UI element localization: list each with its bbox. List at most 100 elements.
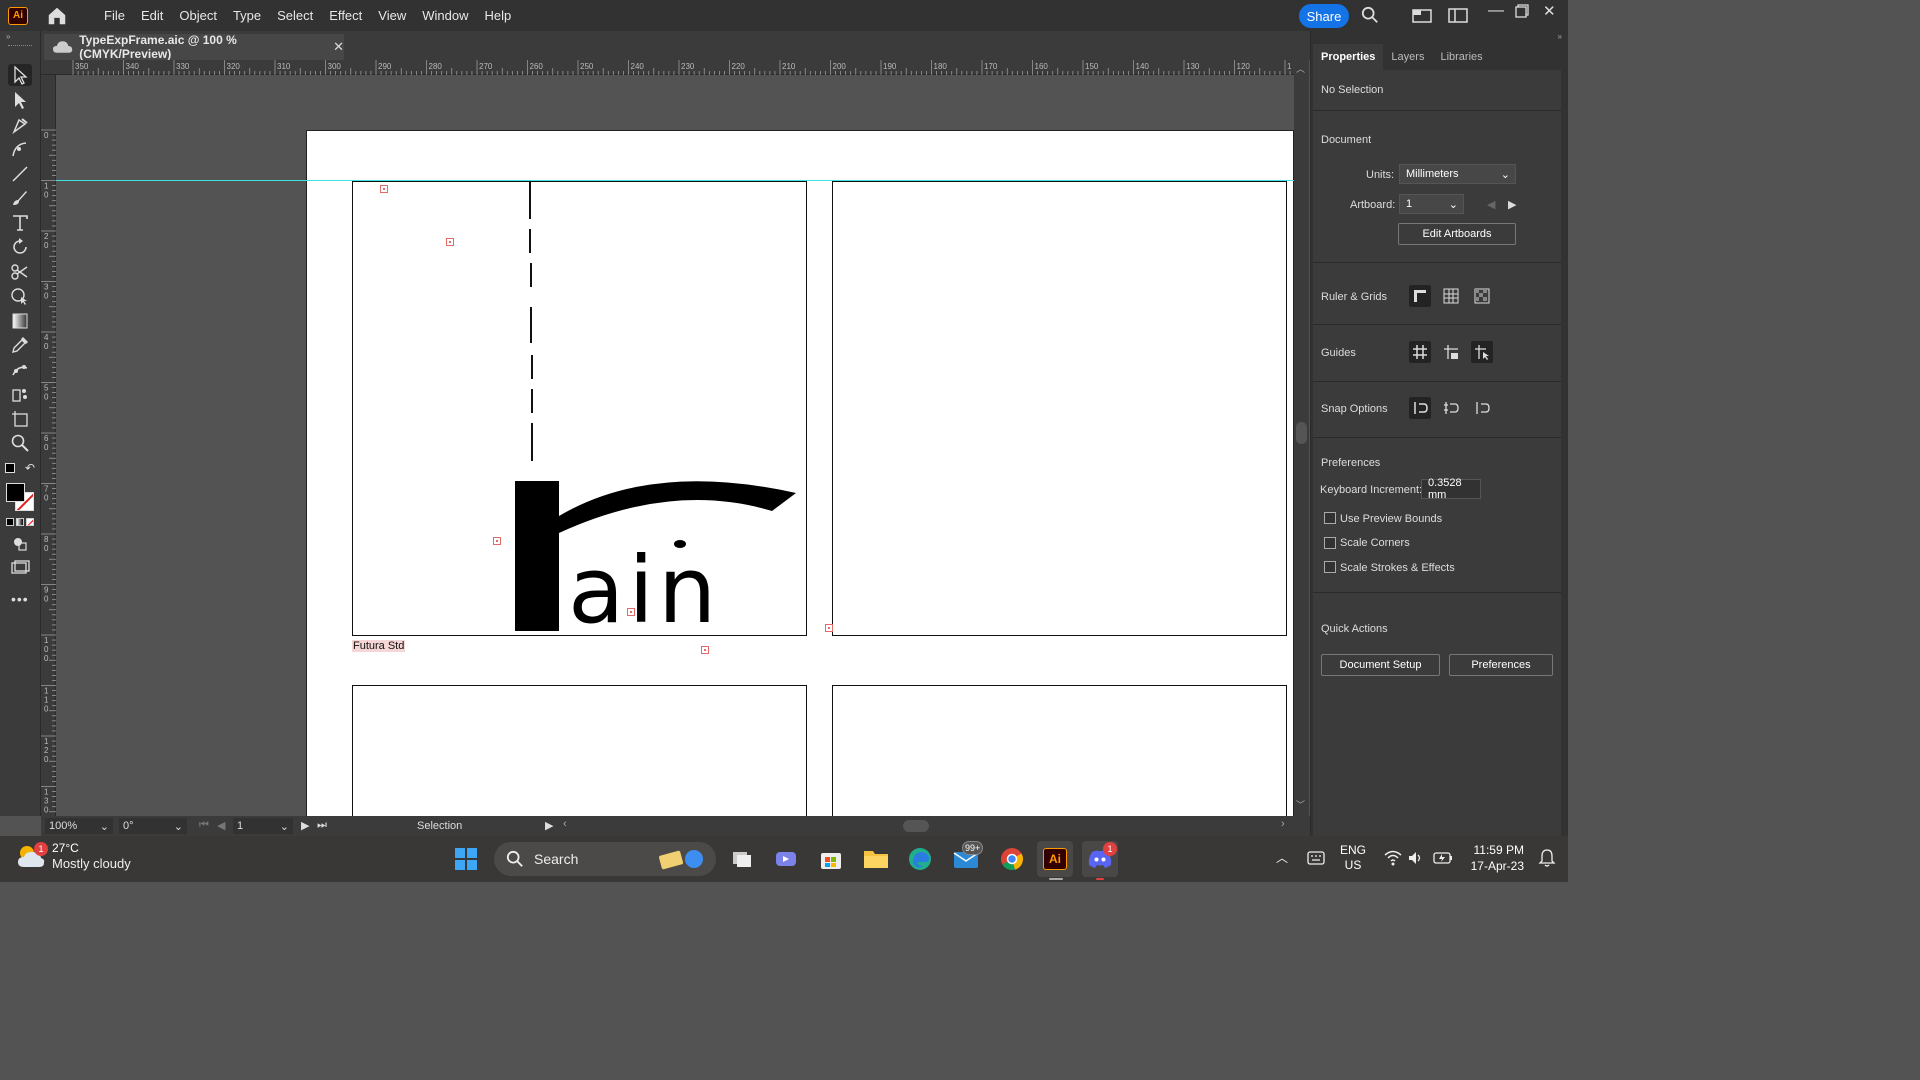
snap-to-point-icon[interactable] — [1409, 397, 1431, 419]
type-tool-icon[interactable] — [8, 212, 32, 234]
zoom-select[interactable]: 100% ⌄ — [45, 818, 113, 834]
artboard-tool-icon[interactable] — [8, 408, 32, 430]
smart-guides-icon[interactable] — [1471, 341, 1493, 363]
none-mode-icon[interactable] — [26, 518, 34, 526]
vertical-ruler[interactable]: 0102030405060708090100110120130 — [41, 75, 56, 816]
minimize-icon[interactable]: — — [1488, 2, 1504, 20]
scale-strokes-effects-checkbox[interactable] — [1324, 561, 1336, 573]
line-segment-tool-icon[interactable] — [8, 163, 32, 185]
rotation-select[interactable]: 0° ⌄ — [119, 818, 187, 834]
arrange-documents-icon[interactable] — [1412, 6, 1432, 24]
transparency-grid-icon[interactable] — [1471, 285, 1493, 307]
document-tab[interactable]: TypeExpFrame.aic @ 100 % (CMYK/Preview) … — [44, 33, 344, 61]
eyedropper-tool-icon[interactable] — [8, 334, 32, 356]
next-artboard-icon[interactable]: ▶ — [301, 819, 309, 832]
artboard-select[interactable]: 1 ⌄ — [1399, 194, 1464, 214]
teams-chat-button[interactable] — [768, 841, 804, 877]
symbol-sprayer-tool-icon[interactable] — [8, 383, 32, 405]
collapse-toolbar-icon[interactable]: » — [6, 32, 10, 41]
menu-file[interactable]: File — [96, 0, 133, 31]
scroll-up-icon[interactable]: ︿ — [1296, 62, 1305, 75]
anchor-point[interactable] — [825, 624, 833, 632]
file-explorer-button[interactable] — [858, 841, 894, 877]
paintbrush-tool-icon[interactable] — [8, 187, 32, 209]
wifi-icon[interactable] — [1384, 850, 1402, 866]
illustrator-taskbar-button[interactable]: Ai — [1037, 841, 1073, 877]
close-window-icon[interactable]: ✕ — [1543, 2, 1556, 20]
rotate-tool-icon[interactable] — [8, 236, 32, 258]
home-icon[interactable] — [46, 5, 68, 27]
first-artboard-icon[interactable]: ⏮ — [199, 819, 209, 832]
menu-window[interactable]: Window — [414, 0, 476, 31]
canvas[interactable]: ain Futura Std — [56, 75, 1294, 816]
snap-to-grid-icon[interactable] — [1440, 397, 1462, 419]
horizontal-ruler[interactable]: 350 340 330 320 310 300 290 280 270 260 250 240 230 2… — [41, 60, 1294, 75]
draw-mode-icon[interactable] — [8, 532, 32, 554]
last-artboard-icon[interactable]: ⏭ — [317, 819, 327, 832]
microsoft-store-button[interactable] — [813, 841, 849, 877]
show-guides-icon[interactable] — [1409, 341, 1431, 363]
menu-select[interactable]: Select — [269, 0, 321, 31]
close-tab-icon[interactable]: ✕ — [333, 39, 344, 55]
share-button[interactable]: Share — [1299, 4, 1349, 28]
task-view-button[interactable] — [724, 841, 760, 877]
vertical-scroll-thumb[interactable] — [1296, 422, 1307, 444]
anchor-point[interactable] — [701, 646, 709, 654]
volume-icon[interactable] — [1408, 850, 1424, 866]
status-menu-icon[interactable]: ▶ — [545, 819, 553, 832]
selection-tool-icon[interactable] — [8, 64, 32, 86]
snap-to-pixel-icon[interactable] — [1471, 397, 1493, 419]
scroll-down-icon[interactable]: ﹀ — [1296, 798, 1305, 811]
previous-artboard-icon[interactable]: ◀ — [1487, 198, 1495, 211]
anchor-point[interactable] — [493, 537, 501, 545]
menu-view[interactable]: View — [370, 0, 414, 31]
scale-corners-checkbox[interactable] — [1324, 537, 1336, 549]
rulers-icon[interactable] — [1409, 285, 1431, 307]
vertical-scrollbar[interactable]: ︿ ﹀ — [1294, 60, 1309, 816]
keyboard-increment-field[interactable]: 0.3528 mm — [1421, 477, 1481, 501]
edit-artboards-button[interactable]: Edit Artboards — [1398, 223, 1516, 245]
taskbar-search[interactable]: Search — [494, 842, 716, 876]
edit-toolbar-icon[interactable]: ••• — [11, 591, 29, 607]
text-frame-4[interactable] — [832, 685, 1287, 816]
pen-tool-icon[interactable] — [8, 114, 32, 136]
start-button[interactable] — [448, 841, 484, 877]
units-select[interactable]: Millimeters ⌄ — [1399, 164, 1516, 184]
horizontal-scroll-thumb[interactable] — [903, 820, 929, 832]
menu-object[interactable]: Object — [171, 0, 225, 31]
language-indicator[interactable]: ENG US — [1340, 843, 1366, 873]
puppet-warp-tool-icon[interactable] — [8, 359, 32, 381]
use-preview-bounds-checkbox[interactable] — [1324, 512, 1336, 524]
lock-guides-icon[interactable] — [1440, 341, 1462, 363]
edge-browser-button[interactable] — [902, 841, 938, 877]
show-hidden-icons[interactable]: ︿ — [1276, 849, 1288, 866]
next-artboard-icon[interactable]: ▶ — [1508, 198, 1516, 211]
weather-widget[interactable]: 1 27°C Mostly cloudy — [16, 840, 131, 872]
grid-icon[interactable] — [1440, 285, 1462, 307]
document-setup-button[interactable]: Document Setup — [1321, 654, 1440, 676]
clock[interactable]: 11:59 PM 17-Apr-23 — [1462, 842, 1524, 874]
zoom-tool-icon[interactable] — [8, 432, 32, 454]
gradient-tool-icon[interactable] — [8, 310, 32, 332]
artboard-number-select[interactable]: 1 ⌄ — [233, 818, 293, 834]
menu-type[interactable]: Type — [225, 0, 269, 31]
battery-icon[interactable] — [1433, 851, 1453, 865]
scroll-right-icon[interactable]: › — [1281, 818, 1285, 830]
collapse-panel-icon[interactable]: » — [1558, 32, 1562, 41]
tab-libraries[interactable]: Libraries — [1432, 44, 1490, 70]
scissors-tool-icon[interactable] — [8, 261, 32, 283]
tab-properties[interactable]: Properties — [1313, 44, 1384, 70]
search-icon[interactable] — [1361, 6, 1379, 24]
keyboard-icon[interactable] — [1307, 851, 1325, 865]
tab-layers[interactable]: Layers — [1383, 44, 1432, 70]
anchor-point[interactable] — [627, 608, 635, 616]
preferences-button[interactable]: Preferences — [1449, 654, 1553, 676]
notifications-icon[interactable] — [1538, 848, 1556, 868]
shape-builder-tool-icon[interactable] — [8, 285, 32, 307]
menu-effect[interactable]: Effect — [321, 0, 370, 31]
text-frame-3[interactable] — [352, 685, 807, 816]
rain-word[interactable]: ain — [568, 545, 720, 637]
toolbar-grip[interactable] — [8, 45, 32, 47]
fill-color-swatch[interactable] — [6, 483, 25, 502]
chrome-browser-button[interactable] — [994, 841, 1030, 877]
